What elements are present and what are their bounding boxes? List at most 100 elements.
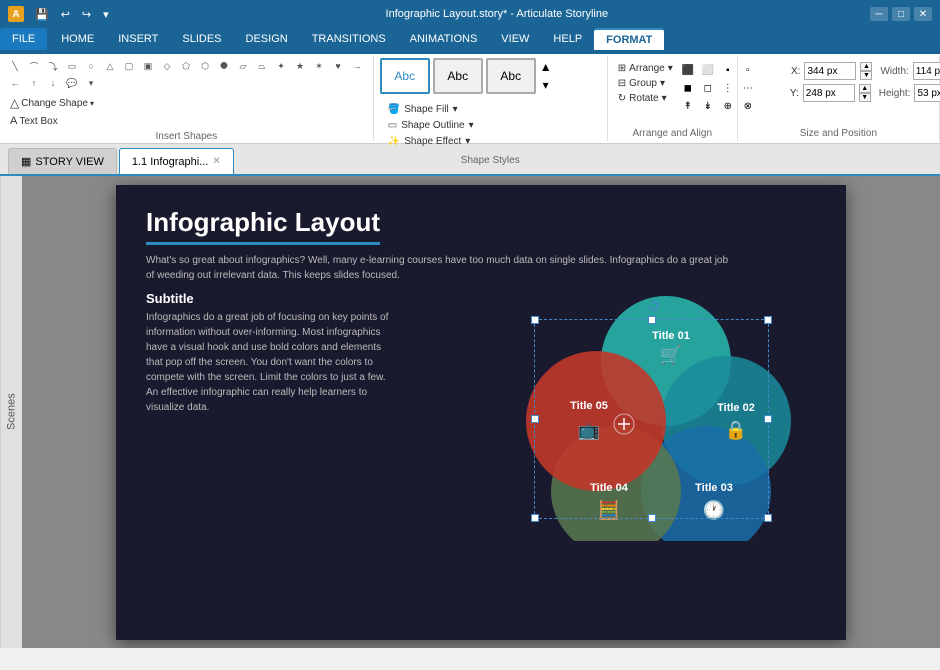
x-input[interactable]	[804, 62, 856, 80]
shape-line[interactable]: ╲	[6, 58, 24, 74]
shape-callout[interactable]: 💬	[63, 75, 81, 91]
tab-slides[interactable]: SLIDES	[170, 28, 233, 50]
group-button[interactable]: ⊟ Group ▾	[614, 77, 677, 90]
window-title: Infographic Layout.story* - Articulate S…	[124, 8, 870, 20]
icon-title02: 🔒	[725, 420, 747, 440]
shape-rrect[interactable]: ▣	[139, 58, 157, 74]
y-input[interactable]	[803, 84, 855, 102]
size-position-label: Size and Position	[800, 126, 877, 139]
rotate-button[interactable]: ↻ Rotate ▾	[614, 92, 677, 105]
quick-access-dropdown[interactable]: ▾	[100, 7, 112, 22]
y-spinners: ▲ ▼	[859, 84, 871, 102]
shape-outline-icon: ▭	[388, 120, 397, 131]
x-spin-up[interactable]: ▲	[860, 62, 872, 71]
tab-transitions[interactable]: TRANSITIONS	[300, 28, 398, 50]
tab-help[interactable]: HELP	[541, 28, 594, 50]
align-center-btn[interactable]: ⬜	[699, 62, 717, 78]
minimize-button[interactable]: ─	[870, 7, 888, 21]
shape-outline-button[interactable]: ▭ Shape Outline ▾	[384, 118, 478, 133]
width-label: Width:	[880, 66, 908, 77]
align-middle-btn[interactable]: ◼	[679, 80, 697, 96]
shape-arrow-l[interactable]: ←	[6, 75, 24, 91]
tab-insert[interactable]: INSERT	[106, 28, 170, 50]
label-title03: Title 03	[695, 482, 733, 494]
shape-style-2[interactable]: Abc	[433, 58, 483, 94]
tab-design[interactable]: DESIGN	[234, 28, 300, 50]
shape-fill-button[interactable]: 🪣 Shape Fill ▾	[384, 102, 478, 117]
scenes-sidebar[interactable]: Scenes	[0, 176, 22, 648]
shape-rect[interactable]: ▭	[63, 58, 81, 74]
icon-title05: 📺	[578, 420, 600, 440]
shape-effect-button[interactable]: ✨ Shape Effect ▾	[384, 134, 478, 149]
shape-more[interactable]: ▾	[82, 75, 100, 91]
change-shape-caret: ▾	[90, 99, 94, 108]
x-spin-down[interactable]: ▼	[860, 71, 872, 80]
text-box-icon: A	[10, 115, 17, 127]
shape-connector[interactable]: ⤵	[44, 58, 62, 74]
ribbon-content: ╲ ⌒ ⤵ ▭ ○ △ ▢ ▣ ◇ ⬠ ⬡ ⯃ ▱ ⏢ ✦	[0, 54, 940, 144]
shape-triangle[interactable]: △	[101, 58, 119, 74]
align-extra1-btn[interactable]: ⊕	[719, 98, 737, 114]
shape-star4[interactable]: ✦	[272, 58, 290, 74]
shape-parallelogram[interactable]: ▱	[234, 58, 252, 74]
shape-styles-scroll-up[interactable]: ▲	[539, 59, 553, 75]
group-icon: ⊟	[618, 78, 626, 89]
align-right-btn[interactable]: ▪	[719, 62, 737, 78]
tab-home[interactable]: HOME	[49, 28, 106, 50]
send-back-btn[interactable]: ↡	[699, 98, 717, 114]
close-button[interactable]: ✕	[914, 7, 932, 21]
insert-shapes-label: Insert Shapes	[156, 129, 218, 142]
infographic-tab[interactable]: 1.1 Infographi... ✕	[119, 148, 234, 174]
label-title05: Title 05	[570, 400, 608, 412]
shape-heart[interactable]: ♥	[329, 58, 347, 74]
x-label: X:	[745, 66, 800, 77]
width-input[interactable]	[913, 62, 940, 80]
shape-arrow-d[interactable]: ↓	[44, 75, 62, 91]
bring-front-btn[interactable]: ↟	[679, 98, 697, 114]
shape-pentagon[interactable]: ⬠	[177, 58, 195, 74]
shape-arrow-u[interactable]: ↑	[25, 75, 43, 91]
story-view-tab[interactable]: ▦ STORY VIEW	[8, 148, 117, 174]
height-input[interactable]	[914, 84, 940, 102]
size-position-group: X: ▲ ▼ Width: ▲ ▼ Y:	[738, 56, 940, 141]
x-coord-row: X: ▲ ▼ Width: ▲ ▼	[745, 62, 940, 80]
y-spin-up[interactable]: ▲	[859, 84, 871, 93]
arrange-align-group: ⊞ Arrange ▾ ⊟ Group ▾ ↻ Rotate ▾	[608, 56, 738, 141]
group-caret: ▾	[660, 78, 665, 89]
change-shape-button[interactable]: △ Change Shape ▾	[6, 94, 98, 112]
shape-octagon[interactable]: ⯃	[215, 58, 233, 74]
shape-style-1[interactable]: Abc	[380, 58, 430, 94]
save-button[interactable]: 💾	[32, 7, 52, 22]
arrange-button[interactable]: ⊞ Arrange ▾	[614, 62, 677, 75]
y-spin-down[interactable]: ▼	[859, 93, 871, 102]
icon-title03: 🕐	[703, 499, 725, 520]
tab-file[interactable]: FILE	[0, 28, 47, 50]
shape-style-3[interactable]: Abc	[486, 58, 536, 94]
redo-button[interactable]: ↪	[79, 7, 94, 22]
tab-view[interactable]: VIEW	[489, 28, 541, 50]
x-spinners: ▲ ▼	[860, 62, 872, 80]
text-box-button[interactable]: A Text Box	[6, 113, 62, 129]
maximize-button[interactable]: □	[892, 7, 910, 21]
align-bottom-btn[interactable]: ◻	[699, 80, 717, 96]
shape-styles-scroll-down[interactable]: ▾	[539, 77, 553, 93]
shape-diamond[interactable]: ◇	[158, 58, 176, 74]
shape-rect2[interactable]: ▢	[120, 58, 138, 74]
shape-star5[interactable]: ★	[291, 58, 309, 74]
shape-arc[interactable]: ⌒	[25, 58, 43, 74]
dist-horiz-btn[interactable]: ⋮	[719, 80, 737, 96]
shape-arrow-r[interactable]: →	[348, 58, 366, 74]
ribbon-wrapper: DRAWING TOOLS FILE HOME INSERT SLIDES DE…	[0, 28, 940, 144]
shape-star6[interactable]: ✶	[310, 58, 328, 74]
tab-animations[interactable]: ANIMATIONS	[398, 28, 490, 50]
rotate-icon: ↻	[618, 93, 626, 104]
shape-styles-label: Shape Styles	[461, 153, 520, 166]
shape-circle[interactable]: ○	[82, 58, 100, 74]
tab-close-icon[interactable]: ✕	[212, 156, 220, 167]
align-left-btn[interactable]: ⬛	[679, 62, 697, 78]
tab-format[interactable]: FORMAT	[594, 28, 664, 50]
shape-hexagon[interactable]: ⬡	[196, 58, 214, 74]
main-area: Scenes Infographic Layout What's so grea…	[0, 176, 940, 648]
undo-button[interactable]: ↩	[58, 7, 73, 22]
shape-trapezoid[interactable]: ⏢	[253, 58, 271, 74]
